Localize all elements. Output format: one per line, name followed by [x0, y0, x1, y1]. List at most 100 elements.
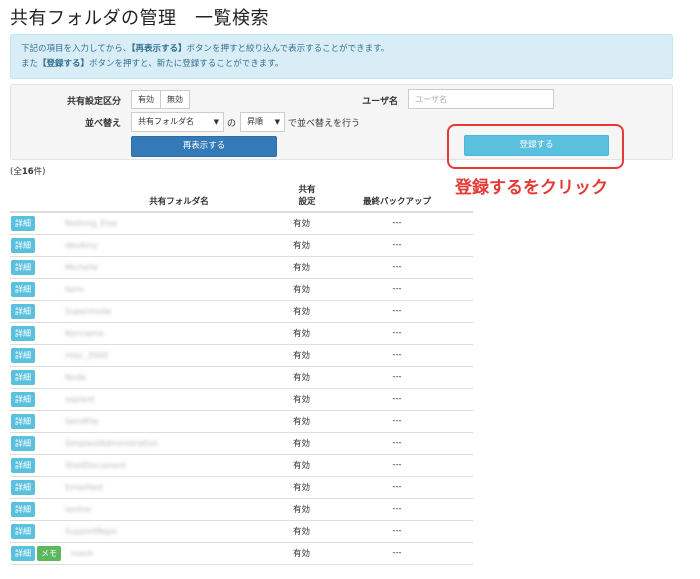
folder-name: Nonname — [65, 328, 104, 338]
detail-button[interactable]: 詳細 — [11, 369, 35, 385]
row-actions: 詳細 farm — [10, 278, 293, 301]
folder-name: farm — [65, 284, 84, 294]
share-enabled-toggle[interactable]: 有効 — [131, 90, 161, 109]
folder-name: Supermode — [65, 306, 111, 316]
detail-button[interactable]: 詳細 — [11, 413, 35, 429]
detail-button[interactable]: 詳細 — [11, 457, 35, 473]
table-row: 詳細 Supermode 有効 --- — [10, 300, 473, 323]
table-row: 詳細 Nonname 有効 --- — [10, 322, 473, 345]
row-actions: 詳細 misc_2000 — [10, 344, 293, 367]
table-row: 詳細 ShellDocument 有効 --- — [10, 454, 473, 477]
detail-button[interactable]: 詳細 — [11, 325, 35, 341]
last-backup-cell: --- — [321, 476, 473, 499]
folder-name: Emailfant — [65, 482, 104, 492]
folder-name: Node — [65, 372, 86, 382]
last-backup-cell: --- — [321, 520, 473, 543]
register-highlight-ring — [447, 124, 624, 169]
last-backup-cell: --- — [321, 256, 473, 279]
detail-button[interactable]: 詳細 — [11, 303, 35, 319]
row-actions: 詳細 lentire — [10, 498, 293, 521]
share-setting-cell: 有効 — [293, 498, 321, 521]
last-backup-cell: --- — [321, 300, 473, 323]
folder-name: lentire — [65, 504, 91, 514]
user-name-input[interactable] — [408, 89, 554, 109]
info-line-1: 下記の項目を入力してから、【再表示する】ボタンを押すと絞り込んで表示することがで… — [21, 44, 390, 54]
detail-button[interactable]: 詳細 — [11, 215, 35, 231]
last-backup-cell: --- — [321, 432, 473, 455]
last-backup-cell: --- — [321, 454, 473, 477]
table-row: 詳細 SupportRepo 有効 --- — [10, 520, 473, 543]
header-last-backup: 最終バックアップ — [321, 180, 473, 213]
folder-name: SimplestAdministration — [65, 438, 159, 448]
share-setting-cell: 有効 — [293, 212, 321, 235]
folder-name: sapient — [65, 394, 95, 404]
folder-table: 共有フォルダ名 共有 設定 最終バックアップ 詳細 Nothing_Else 有効 -… — [10, 180, 473, 565]
folder-name: misc_2000 — [65, 350, 108, 360]
sort-order-select[interactable]: 昇順 ▼ — [240, 112, 285, 132]
last-backup-cell: --- — [321, 234, 473, 257]
detail-button[interactable]: 詳細 — [11, 391, 35, 407]
memo-button[interactable]: メモ — [37, 545, 61, 561]
share-setting-cell: 有効 — [293, 366, 321, 389]
last-backup-cell: --- — [321, 344, 473, 367]
last-backup-cell: --- — [321, 388, 473, 411]
share-setting-cell: 有効 — [293, 542, 321, 565]
row-actions: 詳細 Node — [10, 366, 293, 389]
table-row: 詳細 メモ mash 有効 --- — [10, 542, 473, 565]
page-title: 共有フォルダの管理 一覧検索 — [10, 8, 269, 29]
last-backup-cell: --- — [321, 542, 473, 565]
sort-suffix-text: で並べ替えを行う — [288, 119, 361, 129]
detail-button[interactable]: 詳細 — [11, 479, 35, 495]
table-row: 詳細 Emailfant 有効 --- — [10, 476, 473, 499]
header-actions — [10, 180, 65, 213]
row-actions: 詳細 devAmy — [10, 234, 293, 257]
detail-button[interactable]: 詳細 — [11, 259, 35, 275]
register-callout-text: 登録するをクリック — [455, 178, 608, 198]
share-setting-cell: 有効 — [293, 476, 321, 499]
share-setting-toggle: 有効 無効 — [131, 90, 190, 109]
table-row: 詳細 Nothing_Else 有効 --- — [10, 212, 473, 235]
last-backup-cell: --- — [321, 498, 473, 521]
info-line-2: また【登録する】ボタンを押すと、新たに登録することができます。 — [21, 59, 284, 69]
row-actions: 詳細 SupportRepo — [10, 520, 293, 543]
sort-field-select[interactable]: 共有フォルダ名 ▼ — [131, 112, 224, 132]
row-actions: 詳細 ShellDocument — [10, 454, 293, 477]
row-actions: 詳細 sapient — [10, 388, 293, 411]
share-setting-cell: 有効 — [293, 278, 321, 301]
folder-name: Nothing_Else — [65, 218, 117, 228]
share-setting-cell: 有効 — [293, 454, 321, 477]
detail-button[interactable]: 詳細 — [11, 523, 35, 539]
share-setting-cell: 有効 — [293, 388, 321, 411]
table-row: 詳細 Node 有効 --- — [10, 366, 473, 389]
last-backup-cell: --- — [321, 278, 473, 301]
detail-button[interactable]: 詳細 — [11, 501, 35, 517]
detail-button[interactable]: 詳細 — [11, 281, 35, 297]
detail-button[interactable]: 詳細 — [11, 347, 35, 363]
row-actions: 詳細 SendFile — [10, 410, 293, 433]
row-actions: 詳細 Michelle — [10, 256, 293, 279]
table-row: 詳細 SendFile 有効 --- — [10, 410, 473, 433]
share-disabled-toggle[interactable]: 無効 — [161, 90, 190, 109]
info-alert: 下記の項目を入力してから、【再表示する】ボタンを押すと絞り込んで表示することがで… — [10, 34, 673, 79]
share-setting-cell: 有効 — [293, 410, 321, 433]
folder-name: Michelle — [65, 262, 98, 272]
redisplay-button[interactable]: 再表示する — [131, 136, 277, 157]
sort-label: 並べ替え — [84, 119, 121, 129]
result-count: (全16件) — [10, 167, 46, 177]
detail-button[interactable]: 詳細 — [11, 435, 35, 451]
last-backup-cell: --- — [321, 212, 473, 235]
detail-button[interactable]: 詳細 — [11, 237, 35, 253]
table-header-row: 共有フォルダ名 共有 設定 最終バックアップ — [10, 180, 473, 213]
sort-order-value: 昇順 — [247, 117, 263, 126]
row-actions: 詳細 Supermode — [10, 300, 293, 323]
sort-of-text: の — [227, 119, 237, 129]
detail-button[interactable]: 詳細 — [11, 545, 35, 561]
row-actions: 詳細 Nonname — [10, 322, 293, 345]
chevron-down-icon: ▼ — [274, 118, 280, 126]
table-row: 詳細 SimplestAdministration 有効 --- — [10, 432, 473, 455]
table-row: 詳細 farm 有効 --- — [10, 278, 473, 301]
table-row: 詳細 sapient 有効 --- — [10, 388, 473, 411]
chevron-down-icon: ▼ — [213, 118, 219, 126]
share-setting-cell: 有効 — [293, 322, 321, 345]
row-actions: 詳細 Nothing_Else — [10, 212, 293, 235]
